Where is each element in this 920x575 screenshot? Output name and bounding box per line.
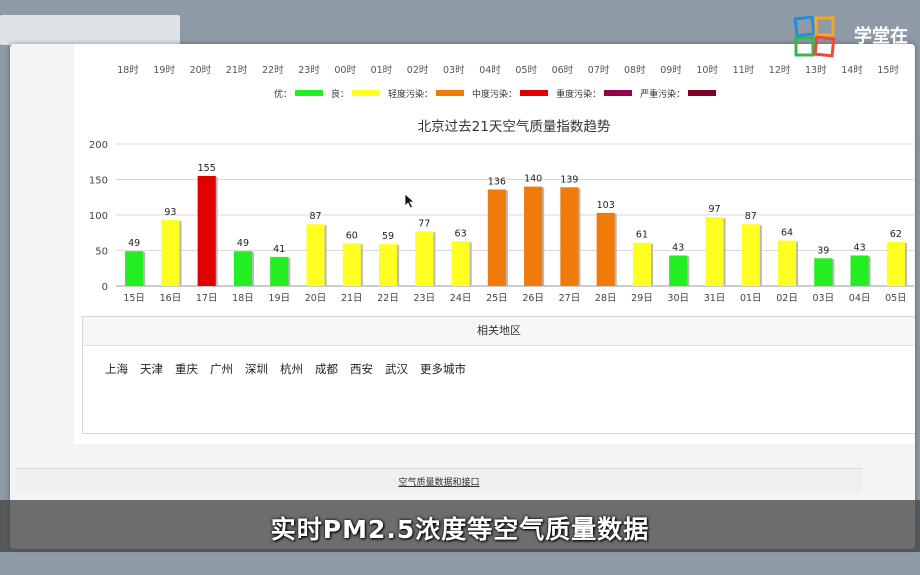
bar <box>669 255 688 286</box>
city-link[interactable]: 重庆 <box>175 362 198 376</box>
city-link[interactable]: 更多城市 <box>420 362 466 376</box>
mouse-cursor-icon <box>404 193 416 209</box>
x-tick-label: 19日 <box>268 293 290 304</box>
data-label: 41 <box>273 244 285 255</box>
bar <box>487 189 506 286</box>
data-label: 60 <box>346 230 358 241</box>
x-tick-label: 29日 <box>631 293 653 304</box>
x-tick-label: 17日 <box>196 293 218 304</box>
y-tick-label: 0 <box>102 282 108 293</box>
bar <box>596 212 615 286</box>
bar <box>197 175 216 286</box>
city-link[interactable]: 西安 <box>350 362 373 376</box>
bar <box>741 224 760 286</box>
city-link[interactable]: 天津 <box>140 362 163 376</box>
related-regions-title: 相关地区 <box>83 317 915 346</box>
data-label: 64 <box>781 228 793 239</box>
related-regions-panel: 相关地区 上海 天津 重庆 广州 深圳 杭州 成都 西安 武汉 更多城市 <box>82 316 915 434</box>
x-tick-label: 28日 <box>595 293 617 304</box>
city-links: 上海 天津 重庆 广州 深圳 杭州 成都 西安 武汉 更多城市 <box>105 361 478 377</box>
data-label: 49 <box>128 238 140 249</box>
x-tick-label: 03日 <box>813 293 835 304</box>
city-link[interactable]: 武汉 <box>385 362 408 376</box>
bar <box>560 187 579 286</box>
bar <box>451 241 470 286</box>
x-tick-label: 31日 <box>704 293 726 304</box>
city-link[interactable]: 成都 <box>315 362 338 376</box>
data-label: 93 <box>164 207 176 218</box>
api-data-link[interactable]: 空气质量数据和接口 <box>16 475 862 488</box>
aqi-content-area: 18时 19时 20时 21时 22时 23时 00时 01时 02时 03时 04时 05时 06时 0… <box>74 44 915 444</box>
bar <box>270 256 289 286</box>
chart-title: 北京过去21天空气质量指数趋势 <box>418 119 611 135</box>
logo-squares-icon <box>793 15 836 58</box>
footer-bar: 空气质量数据和接口 <box>16 468 862 493</box>
x-tick-label: 02日 <box>776 293 798 304</box>
x-tick-label: 05日 <box>885 293 907 304</box>
y-tick-label: 100 <box>89 211 108 222</box>
bar <box>233 251 253 286</box>
x-tick-label: 15日 <box>123 293 145 304</box>
x-tick-label: 30日 <box>667 293 689 304</box>
bar <box>777 240 797 286</box>
xuetangx-logo: 学堂在 <box>792 15 920 68</box>
data-label: 139 <box>560 174 578 185</box>
x-tick-label: 04日 <box>849 293 871 304</box>
data-label: 43 <box>854 242 866 253</box>
data-label: 49 <box>237 238 249 249</box>
data-label: 140 <box>524 174 542 185</box>
subtitle-band: 实时PM2.5浓度等空气质量数据 <box>0 500 920 552</box>
browser-page: 18时 19时 20时 21时 22时 23时 00时 01时 02时 03时 04时 05时 06时 0… <box>10 44 915 549</box>
x-tick-label: 18日 <box>232 293 254 304</box>
bar <box>125 251 144 286</box>
x-tick-label: 26日 <box>522 293 544 304</box>
x-tick-label: 20日 <box>305 293 327 304</box>
y-tick-label: 50 <box>95 247 108 258</box>
video-subtitle: 实时PM2.5浓度等空气质量数据 <box>270 515 650 544</box>
y-tick-label: 150 <box>89 176 108 187</box>
bar <box>415 231 434 286</box>
data-label: 97 <box>708 204 720 215</box>
bar <box>342 243 361 286</box>
data-label: 43 <box>672 242 684 253</box>
bar <box>814 258 833 286</box>
bar <box>632 242 652 286</box>
bar <box>161 219 180 286</box>
x-tick-label: 21日 <box>341 293 363 304</box>
bar <box>378 244 398 286</box>
x-tick-label: 23日 <box>414 293 436 304</box>
y-tick-label: 200 <box>89 140 108 151</box>
data-label: 39 <box>817 245 829 256</box>
city-link[interactable]: 深圳 <box>245 362 268 376</box>
x-tick-label: 24日 <box>450 293 472 304</box>
data-label: 103 <box>597 200 615 211</box>
data-label: 136 <box>488 176 506 187</box>
data-label: 155 <box>198 163 216 174</box>
data-label: 63 <box>455 228 467 239</box>
data-label: 87 <box>309 211 321 222</box>
bar <box>306 224 325 286</box>
city-link[interactable]: 杭州 <box>280 362 303 376</box>
bar <box>705 217 724 286</box>
data-label: 87 <box>745 211 757 222</box>
data-label: 59 <box>382 231 394 242</box>
city-link[interactable]: 广州 <box>210 362 233 376</box>
bar <box>850 255 869 286</box>
aqi-bar-chart: 北京过去21天空气质量指数趋势 0 50 100 150 200 49 15日 93 16日 155… <box>89 119 914 304</box>
x-tick-label: 01日 <box>740 293 762 304</box>
bar <box>524 186 543 286</box>
x-tick-label: 25日 <box>486 293 508 304</box>
x-tick-label: 22日 <box>377 293 399 304</box>
logo-text: 学堂在 <box>854 26 908 47</box>
data-label: 62 <box>890 229 902 240</box>
background-window <box>0 15 180 45</box>
x-tick-label: 16日 <box>160 293 182 304</box>
bar <box>886 241 905 286</box>
city-link[interactable]: 上海 <box>105 362 128 376</box>
x-tick-label: 27日 <box>559 293 581 304</box>
data-label: 77 <box>418 218 430 229</box>
data-label: 61 <box>636 230 648 241</box>
